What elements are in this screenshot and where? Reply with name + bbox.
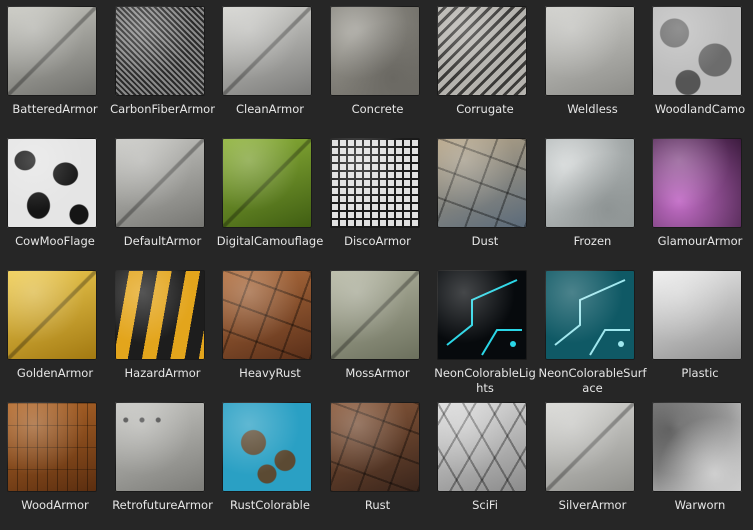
neon-circuit-icon (553, 279, 630, 356)
material-tile-batteredarmor[interactable]: BatteredArmor (7, 6, 115, 134)
material-tile-cleanarmor[interactable]: CleanArmor (222, 6, 330, 134)
material-label: Plastic (681, 366, 719, 380)
material-tile-goldenarmor[interactable]: GoldenArmor (7, 270, 115, 398)
material-label: Rust (364, 498, 391, 512)
material-thumbnail (437, 138, 527, 228)
material-label: GlamourArmor (657, 234, 743, 248)
material-thumbnail (7, 270, 97, 360)
material-thumbnail (222, 138, 312, 228)
material-label: NeonColorableLights (434, 366, 536, 395)
material-thumbnail (652, 270, 742, 360)
material-tile-neoncolorablelights[interactable]: NeonColorableLights (434, 270, 545, 398)
material-thumbnail (114, 270, 205, 360)
material-label: DiscoArmor (344, 234, 411, 248)
material-tile-plastic[interactable]: Plastic (652, 270, 753, 398)
material-grid: BatteredArmor CarbonFiberArmor CleanArmor C… (0, 0, 753, 515)
material-label: NeonColorableSurface (538, 366, 647, 395)
material-tile-warworn[interactable]: Warworn (652, 402, 753, 530)
material-label: GoldenArmor (16, 366, 94, 380)
material-label: Dust (471, 234, 499, 248)
material-label: Warworn (674, 498, 726, 512)
material-thumbnail (222, 270, 312, 360)
material-label: DigitalCamouflage (216, 234, 324, 248)
material-tile-hazardarmor[interactable]: HazardArmor (114, 270, 223, 398)
material-tile-scifi[interactable]: SciFi (437, 402, 545, 530)
material-thumbnail (652, 138, 742, 228)
material-label: WoodlandCamo (654, 102, 746, 116)
material-label: CowMooFlage (15, 234, 95, 248)
material-thumbnail (652, 402, 742, 492)
material-thumbnail (329, 6, 420, 96)
material-thumbnail (114, 6, 205, 96)
material-tile-glamourarmor[interactable]: GlamourArmor (652, 138, 753, 266)
material-tile-frozen[interactable]: Frozen (544, 138, 653, 266)
material-thumbnail (222, 402, 312, 492)
material-thumbnail (114, 138, 205, 228)
material-tile-woodarmor[interactable]: WoodArmor (7, 402, 115, 530)
material-tile-neoncolorablesurface[interactable]: NeonColorableSurface (539, 270, 653, 398)
material-tile-defaultarmor[interactable]: DefaultArmor (114, 138, 223, 266)
material-thumbnail (7, 138, 97, 228)
material-tile-rust[interactable]: Rust (329, 402, 438, 530)
material-thumbnail (7, 6, 97, 96)
material-tile-heavyrust[interactable]: HeavyRust (222, 270, 330, 398)
material-label: CleanArmor (236, 102, 304, 116)
material-thumbnail (222, 6, 312, 96)
material-label: Corrugate (456, 102, 514, 116)
material-tile-woodlandcamo[interactable]: WoodlandCamo (652, 6, 753, 134)
material-thumbnail (437, 6, 527, 96)
material-label: DefaultArmor (123, 234, 202, 248)
material-tile-silverarmor[interactable]: SilverArmor (544, 402, 653, 530)
material-tile-carbonfiberarmor[interactable]: CarbonFiberArmor (110, 6, 223, 134)
material-label: CarbonFiberArmor (110, 102, 215, 116)
material-thumbnail (544, 270, 635, 360)
material-thumbnail (329, 270, 420, 360)
material-tile-digitalcamouflage[interactable]: DigitalCamouflage (217, 138, 330, 266)
material-thumbnail (544, 138, 635, 228)
material-label: SilverArmor (558, 498, 627, 512)
material-label: Weldless (567, 102, 618, 116)
material-thumbnail (329, 402, 420, 492)
material-label: SciFi (472, 498, 498, 512)
material-label: RetrofutureArmor (112, 498, 213, 512)
material-label: WoodArmor (21, 498, 89, 512)
material-label: MossArmor (345, 366, 410, 380)
material-thumbnail (114, 402, 205, 492)
material-tile-weldless[interactable]: Weldless (544, 6, 653, 134)
material-thumbnail (329, 138, 420, 228)
material-label: HeavyRust (239, 366, 301, 380)
material-tile-retrofuturearmor[interactable]: RetrofutureArmor (112, 402, 223, 530)
material-thumbnail (544, 402, 635, 492)
material-tile-corrugate[interactable]: Corrugate (437, 6, 545, 134)
material-tile-mossarmor[interactable]: MossArmor (329, 270, 438, 398)
material-thumbnail (544, 6, 635, 96)
material-tile-rustcolorable[interactable]: RustColorable (222, 402, 330, 530)
material-tile-concrete[interactable]: Concrete (329, 6, 438, 134)
material-label: BatteredArmor (12, 102, 98, 116)
material-thumbnail (437, 270, 527, 360)
material-label: RustColorable (230, 498, 310, 512)
material-thumbnail (652, 6, 742, 96)
material-tile-cowmooflage[interactable]: CowMooFlage (7, 138, 115, 266)
material-tile-discoarmor[interactable]: DiscoArmor (329, 138, 438, 266)
neon-circuit-icon (446, 279, 522, 356)
material-label: Frozen (573, 234, 612, 248)
material-tile-dust[interactable]: Dust (437, 138, 545, 266)
material-label: HazardArmor (124, 366, 201, 380)
material-label: Concrete (351, 102, 404, 116)
material-thumbnail (7, 402, 97, 492)
material-thumbnail (437, 402, 527, 492)
